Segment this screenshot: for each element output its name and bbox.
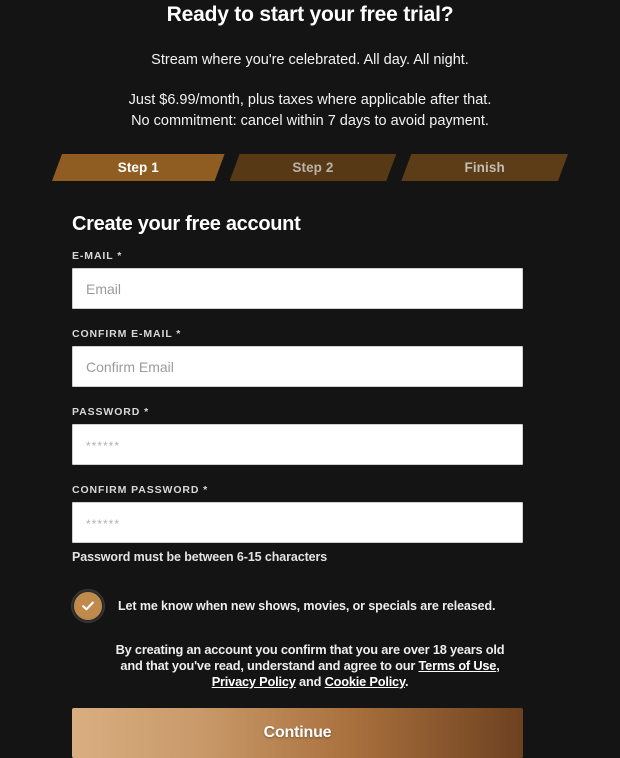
continue-button[interactable]: Continue	[72, 708, 523, 758]
legal-sep-1: ,	[496, 658, 500, 673]
field-confirm-email: CONFIRM E-MAIL *	[72, 328, 548, 387]
step-label-2: Step 2	[292, 160, 334, 175]
confirm-password-input[interactable]	[72, 502, 523, 543]
password-hint: Password must be between 6-15 characters	[72, 550, 328, 564]
hero-subtitle: Stream where you're celebrated. All day.…	[151, 52, 469, 68]
step-item-2[interactable]: Step 2	[230, 154, 397, 181]
field-password: PASSWORD *	[72, 406, 548, 465]
signup-form: Create your free account E-MAIL * CONFIR…	[0, 213, 620, 690]
field-confirm-password: CONFIRM PASSWORD *	[72, 484, 548, 543]
price-line-2: No commitment: cancel within 7 days to a…	[131, 113, 489, 129]
page-title: Ready to start your free trial?	[166, 3, 454, 26]
submit-row: Continue	[0, 708, 620, 758]
legal-sep-2: and	[295, 674, 325, 689]
step-label-1: Step 1	[117, 160, 159, 175]
hero-price-text: Just $6.99/month, plus taxes where appli…	[20, 70, 600, 132]
step-label-3: Finish	[464, 160, 505, 175]
legal-sep-3: .	[404, 674, 409, 689]
password-label: PASSWORD *	[72, 406, 150, 418]
step-item-1[interactable]: Step 1	[52, 154, 225, 181]
confirm-email-input[interactable]	[72, 346, 523, 387]
step-item-3[interactable]: Finish	[401, 154, 568, 181]
cookie-policy-link[interactable]: Cookie Policy	[325, 674, 406, 689]
step-indicator: Step 1 Step 2 Finish	[52, 154, 568, 181]
email-label: E-MAIL *	[72, 250, 123, 262]
legal-text: By creating an account you confirm that …	[112, 642, 508, 690]
terms-of-use-link[interactable]: Terms of Use	[419, 658, 497, 673]
price-line-1: Just $6.99/month, plus taxes where appli…	[128, 92, 492, 108]
confirm-password-label: CONFIRM PASSWORD *	[72, 484, 209, 496]
newsletter-label: Let me know when new shows, movies, or s…	[118, 599, 496, 613]
confirm-email-label: CONFIRM E-MAIL *	[72, 328, 182, 340]
newsletter-checkbox[interactable]	[72, 590, 104, 622]
hero-section: Ready to start your free trial? Stream w…	[0, 0, 620, 132]
newsletter-row: Let me know when new shows, movies, or s…	[72, 590, 548, 622]
field-email: E-MAIL *	[72, 250, 548, 309]
check-icon	[82, 601, 94, 611]
email-input[interactable]	[72, 268, 523, 309]
password-input[interactable]	[72, 424, 523, 465]
form-title: Create your free account	[72, 213, 301, 235]
privacy-policy-link[interactable]: Privacy Policy	[212, 674, 296, 689]
